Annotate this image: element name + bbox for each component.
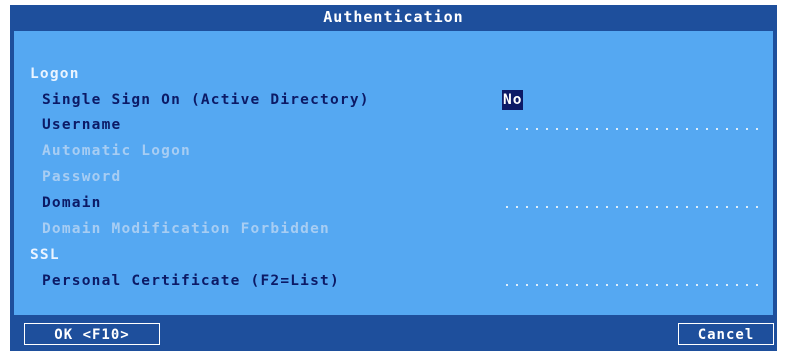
domain-field[interactable] — [502, 206, 760, 208]
authentication-dialog: Authentication Logon Single Sign On (Act… — [10, 5, 777, 351]
section-ssl: SSL — [30, 247, 60, 263]
domain-modification-forbidden-label: Domain Modification Forbidden — [42, 221, 330, 237]
username-field[interactable] — [502, 128, 760, 130]
ok-button[interactable]: OK <F10> — [24, 323, 160, 345]
automatic-logon-label: Automatic Logon — [42, 143, 191, 159]
personal-certificate-field[interactable] — [502, 284, 760, 286]
domain-label: Domain — [42, 195, 102, 211]
section-logon: Logon — [30, 66, 80, 82]
single-sign-on-label: Single Sign On (Active Directory) — [42, 92, 370, 108]
username-label: Username — [42, 117, 122, 133]
personal-certificate-label: Personal Certificate (F2=List) — [42, 273, 340, 289]
cancel-button[interactable]: Cancel — [678, 323, 774, 345]
single-sign-on-value[interactable]: No — [502, 90, 524, 110]
dialog-title: Authentication — [323, 8, 464, 26]
password-label: Password — [42, 169, 122, 185]
dialog-content: Logon Single Sign On (Active Directory) … — [14, 31, 773, 315]
button-bar: OK <F10> Cancel — [10, 317, 777, 351]
